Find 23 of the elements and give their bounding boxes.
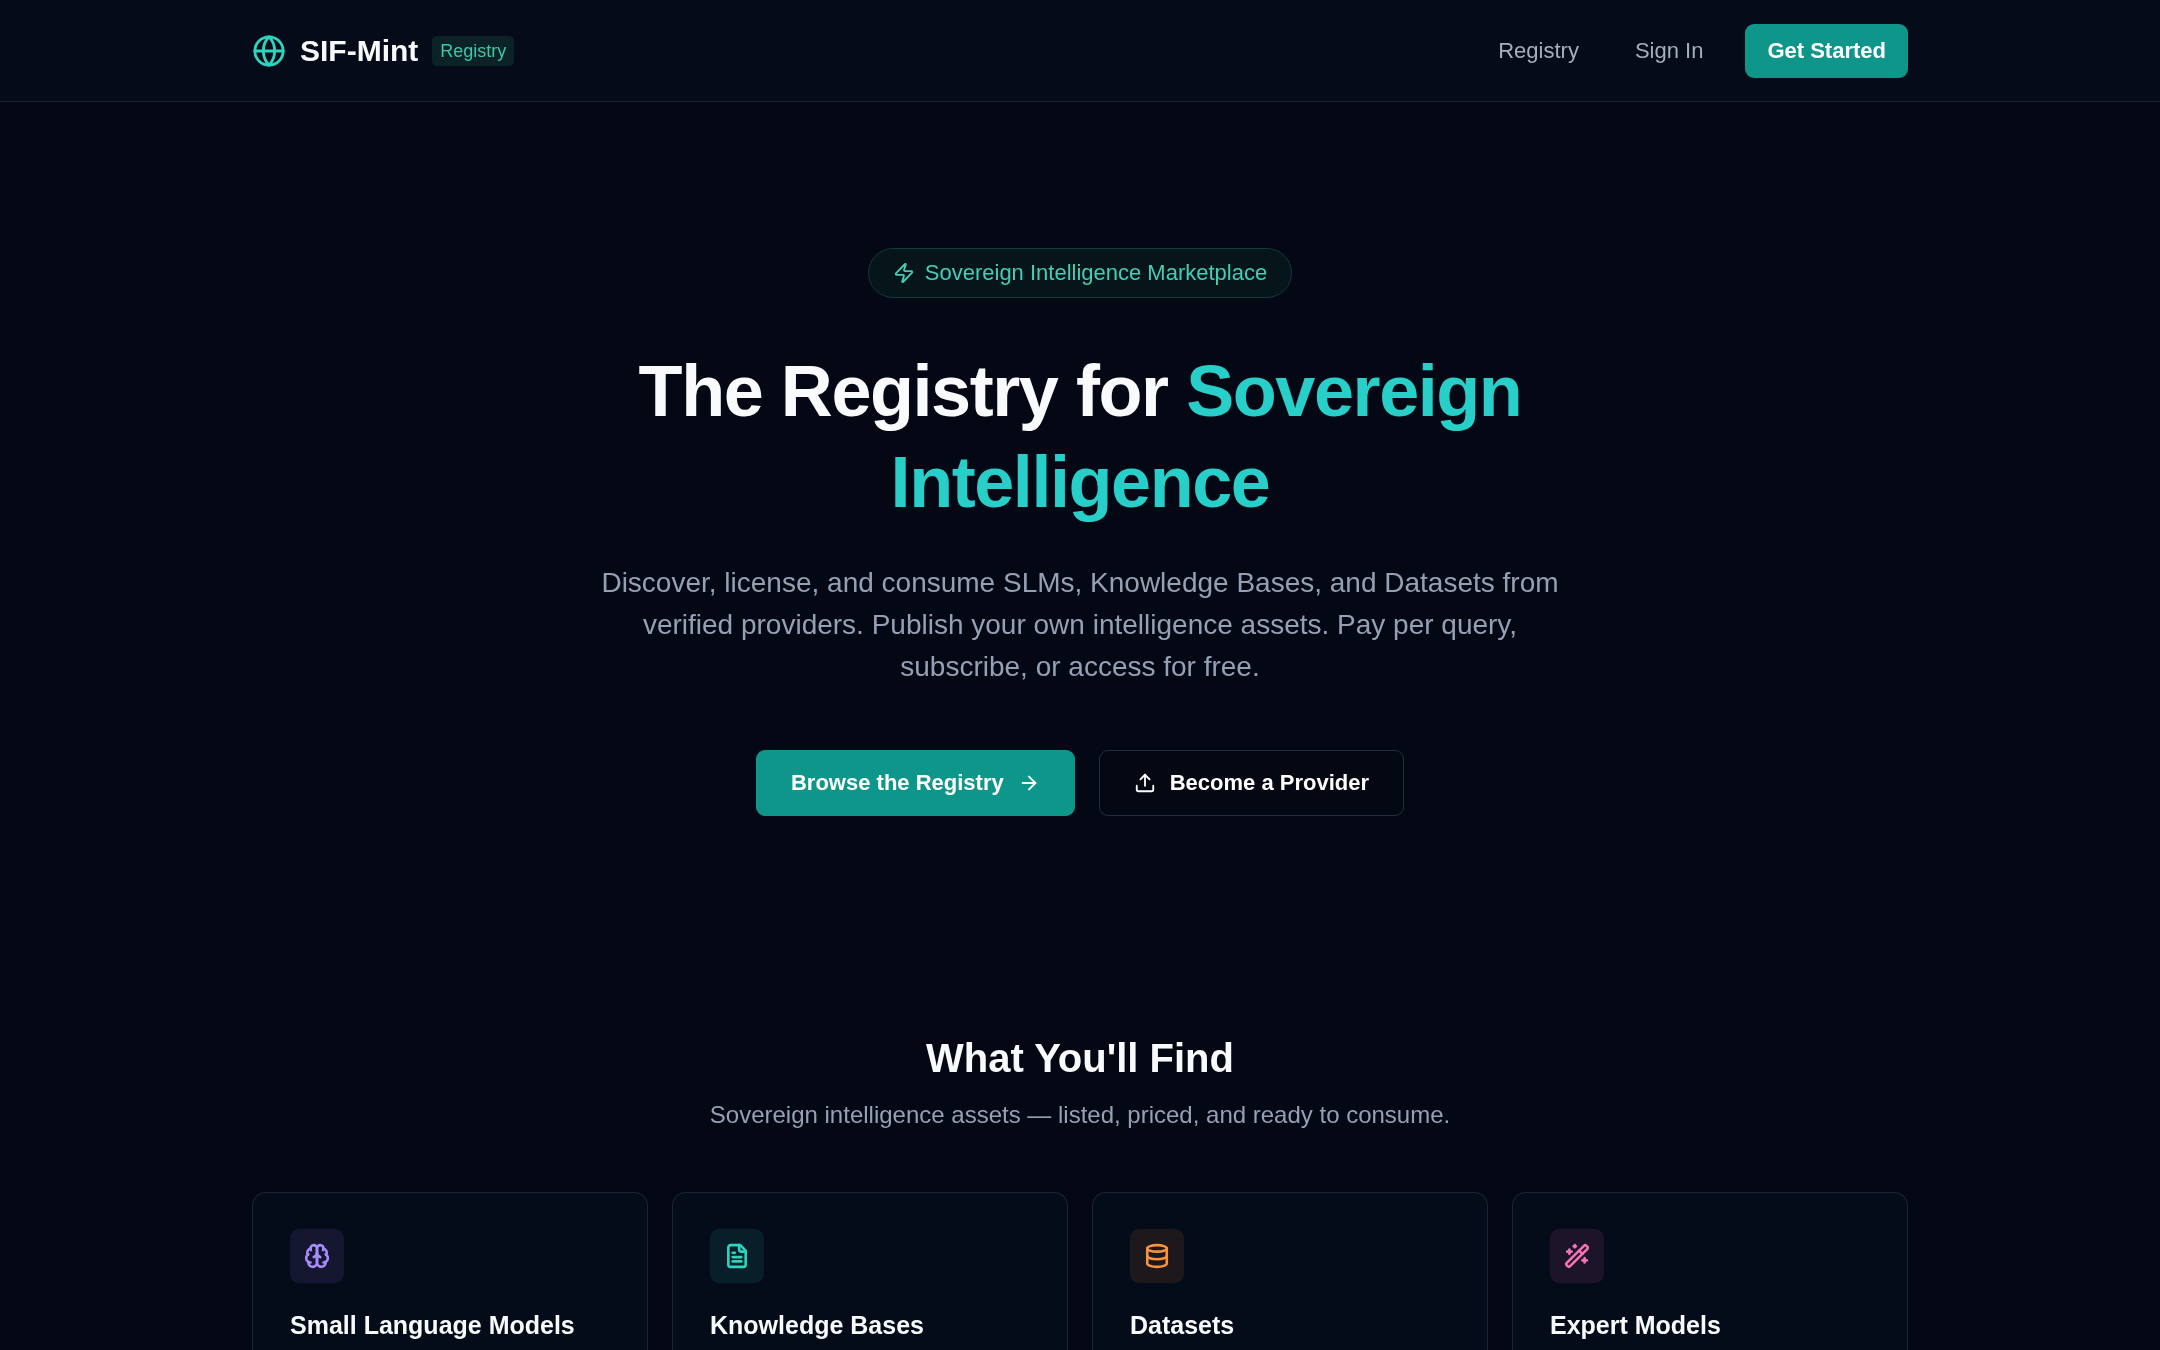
card-title: Knowledge Bases: [710, 1310, 925, 1341]
section-title: What You'll Find: [926, 1035, 1234, 1082]
document-icon: [710, 1229, 764, 1283]
get-started-button[interactable]: Get Started: [1745, 23, 1908, 78]
card-title: Small Language Models: [290, 1310, 576, 1341]
hero-title: The Registry for Sovereign Intelligence: [637, 350, 1523, 524]
lightning-icon: [892, 262, 915, 284]
card-title: Expert Models: [1550, 1310, 1722, 1341]
magic-wand-icon: [1550, 1229, 1604, 1283]
logo-tag: Registry: [432, 35, 515, 66]
globe-icon: [252, 33, 286, 68]
section-subtitle: Sovereign intelligence assets — listed, priced, and ready to consume.: [709, 1100, 1451, 1130]
logo-link[interactable]: SIF-Mint: [300, 33, 419, 68]
nav-link[interactable]: Registry: [1476, 27, 1601, 74]
upload-icon: [1133, 772, 1156, 794]
browse-button[interactable]: Browse the Registry: [755, 750, 1075, 816]
brain-icon: [290, 1229, 344, 1283]
hero-description: Discover, license, and consume SLMs, Knowledge Bases, and Datasets from verified providers. Publish your own intelligence assets. Pay per query, subscribe, or access for free.: [600, 566, 1560, 684]
database-icon: [1130, 1229, 1184, 1283]
provider-button[interactable]: Become a Provider: [1098, 750, 1404, 816]
hero-badge-text: Sovereign Intelligence Marketplace: [924, 260, 1268, 286]
card-title: Datasets: [1130, 1310, 1236, 1341]
nav-link[interactable]: Sign In: [1612, 27, 1726, 74]
